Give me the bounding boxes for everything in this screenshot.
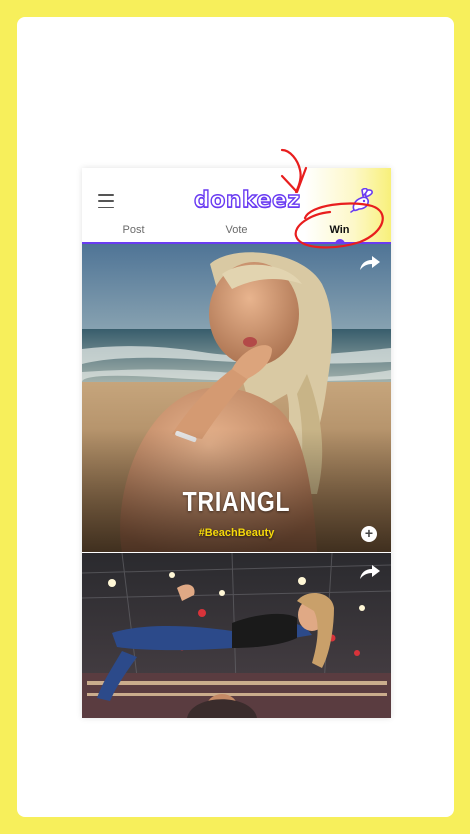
feed-photo-card-2[interactable]	[82, 553, 391, 718]
post-hashtag[interactable]: #BeachBeauty	[82, 527, 391, 539]
post-brand-title: TRIANGL	[182, 486, 291, 517]
app-logo: donkeez	[193, 187, 301, 213]
tab-vote-label: Vote	[225, 224, 248, 236]
tab-win[interactable]: Win	[288, 218, 391, 244]
tab-post[interactable]: Post	[82, 218, 185, 242]
share-arrow-icon-2[interactable]	[359, 563, 381, 581]
rabbit-mascot-icon[interactable]	[348, 188, 376, 214]
tab-vote[interactable]: Vote	[185, 218, 288, 242]
tab-win-label: Win	[329, 224, 350, 236]
plus-icon[interactable]: +	[361, 526, 377, 542]
menu-icon[interactable]	[98, 194, 114, 208]
share-arrow-icon[interactable]	[359, 254, 381, 272]
feed-photo-card[interactable]: TRIANGL #BeachBeauty +	[82, 244, 391, 552]
tab-bar: Post Vote Win	[82, 218, 391, 244]
app-header: donkeez Post Vote Win	[82, 168, 391, 244]
tab-post-label: Post	[122, 224, 145, 236]
phone-screen: donkeez Post Vote Win TRIANGL #BeachBeau…	[82, 168, 391, 718]
arena-photo	[82, 553, 391, 718]
